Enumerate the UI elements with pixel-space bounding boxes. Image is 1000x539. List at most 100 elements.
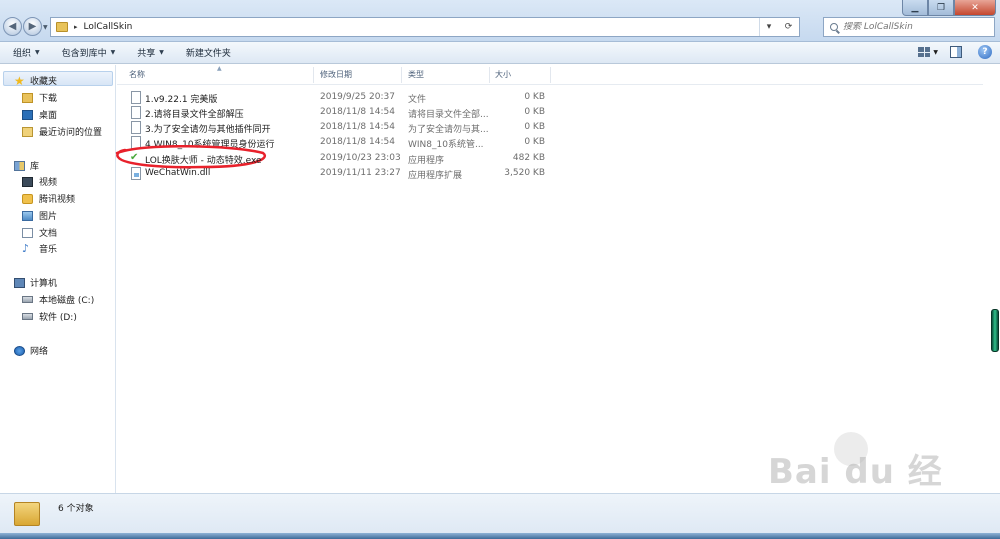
recent-places-icon [22, 126, 33, 137]
download-folder-icon [22, 92, 33, 103]
file-type: 文件 [408, 95, 427, 105]
sidebar-item-music[interactable]: ♪ 音乐 [22, 241, 58, 256]
chevron-down-icon: ▼ [110, 49, 116, 56]
column-header-name[interactable]: 名称 [129, 69, 145, 80]
file-date: 2018/11/8 14:54 [320, 107, 395, 117]
exe-icon: ✔ [130, 152, 139, 163]
table-row[interactable]: 1.v9.22.1 完美版 2019/9/25 20:37 文件 0 KB [117, 90, 983, 105]
sidebar-item-videos[interactable]: 视频 [22, 175, 57, 188]
recent-pages-dropdown-icon[interactable]: ▼ [43, 24, 48, 31]
sidebar-group-libraries[interactable]: 库 [14, 159, 39, 172]
sidebar-group-label: 收藏夹 [30, 77, 58, 87]
maximize-icon: ❐ [936, 2, 946, 13]
search-input[interactable] [843, 22, 993, 32]
item-count: 6 个对象 [58, 504, 94, 514]
column-header-type[interactable]: 类型 [408, 69, 424, 80]
title-bar: ◀ ▶ ▼ ▸ LolCallSkin ▾ ⟳ ▁ ❐ ✕ [0, 0, 1000, 42]
chevron-down-icon: ▼ [35, 49, 40, 56]
sidebar-item-drive-c[interactable]: 本地磁盘 (C:) [22, 293, 94, 306]
table-row[interactable]: 3.为了安全请勿与其他插件同开 2018/11/8 14:54 为了安全请勿与其… [117, 120, 983, 135]
sidebar-item-drive-d[interactable]: 软件 (D:) [22, 310, 77, 323]
forward-button[interactable]: ▶ [23, 17, 42, 36]
file-name: LOL换肤大师 - 动态特效.exe [145, 156, 262, 166]
refresh-icon[interactable]: ⟳ [785, 22, 793, 32]
library-icon [14, 160, 25, 171]
sidebar-item-label: 最近访问的位置 [39, 128, 103, 138]
file-list: ▲ 名称 修改日期 类型 大小 1.v9.22.1 完美版 2019/9/25 … [115, 65, 983, 493]
minimize-button[interactable]: ▁ [902, 0, 928, 16]
sidebar-item-pictures[interactable]: 图片 [22, 209, 57, 222]
column-divider[interactable] [313, 67, 314, 83]
file-name: 3.为了安全请勿与其他插件同开 [145, 125, 271, 135]
sidebar-item-documents[interactable]: 文档 [22, 226, 57, 239]
table-row[interactable]: WeChatWin.dll 2019/11/11 23:27 应用程序扩展 3,… [117, 166, 983, 181]
file-name: 2.请将目录文件全部解压 [145, 110, 244, 120]
file-date: 2019/10/23 23:03 [320, 153, 401, 163]
breadcrumb-current[interactable]: LolCallSkin [84, 22, 133, 32]
large-folder-icon [14, 502, 40, 526]
file-name: WeChatWin.dll [145, 168, 211, 178]
organize-menu[interactable]: 组织 ▼ [12, 46, 41, 59]
address-dropdown-icon[interactable]: ▾ [767, 22, 772, 32]
view-controls: ▼ ? [918, 45, 992, 59]
sidebar-item-desktop[interactable]: 桌面 [22, 108, 57, 121]
view-options-icon[interactable] [918, 47, 931, 57]
sidebar-item-label: 软件 (D:) [39, 313, 77, 323]
preview-pane-icon[interactable] [950, 46, 962, 58]
column-header-date[interactable]: 修改日期 [320, 69, 352, 80]
file-icon [131, 91, 141, 104]
sidebar-group-computer[interactable]: 计算机 [14, 276, 57, 289]
sidebar-item-tencent-video[interactable]: 腾讯视频 [22, 192, 75, 205]
sidebar-item-label: 文档 [39, 229, 58, 239]
chevron-down-icon[interactable]: ▼ [933, 49, 938, 56]
breadcrumb-separator[interactable]: ▸ [74, 23, 78, 31]
network-icon [14, 345, 25, 356]
new-folder-button[interactable]: 新建文件夹 [185, 46, 232, 59]
file-date: 2018/11/8 14:54 [320, 137, 395, 147]
disk-icon [22, 296, 33, 303]
command-bar: 组织 ▼ 包含到库中 ▼ 共享 ▼ 新建文件夹 ▼ ? [0, 42, 1000, 64]
share-menu[interactable]: 共享 ▼ [136, 46, 165, 59]
sidebar-item-label: 桌面 [39, 111, 58, 121]
desktop-icon [22, 109, 33, 120]
column-divider[interactable] [401, 67, 402, 83]
sidebar-item-label: 音乐 [39, 245, 58, 255]
chevron-down-icon: ▼ [159, 49, 164, 56]
sidebar-item-downloads[interactable]: 下载 [22, 91, 57, 104]
side-handle[interactable] [991, 309, 999, 352]
sidebar-group-favorites[interactable]: ★ 收藏夹 [14, 74, 58, 88]
sidebar-group-label: 库 [30, 162, 40, 172]
include-in-library-menu[interactable]: 包含到库中 ▼ [61, 46, 117, 59]
window-controls: ▁ ❐ ✕ [902, 0, 996, 16]
search-icon [830, 23, 838, 31]
close-icon: ✕ [971, 2, 979, 13]
back-button[interactable]: ◀ [3, 17, 22, 36]
sidebar-item-label: 图片 [39, 212, 58, 222]
close-button[interactable]: ✕ [954, 0, 996, 16]
search-box[interactable] [823, 17, 995, 37]
window-right-edge [983, 65, 1000, 493]
dll-icon [131, 167, 141, 180]
column-divider[interactable] [489, 67, 490, 83]
file-date: 2018/11/8 14:54 [320, 122, 395, 132]
file-type: 请将目录文件全部... [408, 110, 489, 120]
column-header-row: ▲ 名称 修改日期 类型 大小 [117, 65, 983, 85]
address-bar[interactable]: ▸ LolCallSkin ▾ ⟳ [50, 17, 800, 37]
file-type: WIN8_10系统管... [408, 140, 484, 150]
sidebar-group-network[interactable]: 网络 [14, 344, 48, 357]
table-row[interactable]: 2.请将目录文件全部解压 2018/11/8 14:54 请将目录文件全部...… [117, 105, 983, 120]
sidebar-item-label: 本地磁盘 (C:) [39, 296, 95, 306]
music-icon: ♪ [22, 241, 30, 255]
share-label: 共享 [137, 49, 156, 59]
sidebar-group-label: 计算机 [30, 279, 58, 289]
details-pane: 6 个对象 [0, 493, 1000, 533]
back-arrow-icon: ◀ [8, 21, 17, 32]
disk-icon [22, 313, 33, 320]
sidebar-item-recent-places[interactable]: 最近访问的位置 [22, 125, 102, 138]
column-divider[interactable] [550, 67, 551, 83]
column-header-size[interactable]: 大小 [495, 69, 511, 80]
table-row[interactable]: ✔ LOL换肤大师 - 动态特效.exe 2019/10/23 23:03 应用… [115, 145, 983, 169]
help-icon[interactable]: ? [978, 45, 992, 59]
maximize-button[interactable]: ❐ [928, 0, 954, 16]
sidebar-item-label: 下载 [39, 94, 58, 104]
